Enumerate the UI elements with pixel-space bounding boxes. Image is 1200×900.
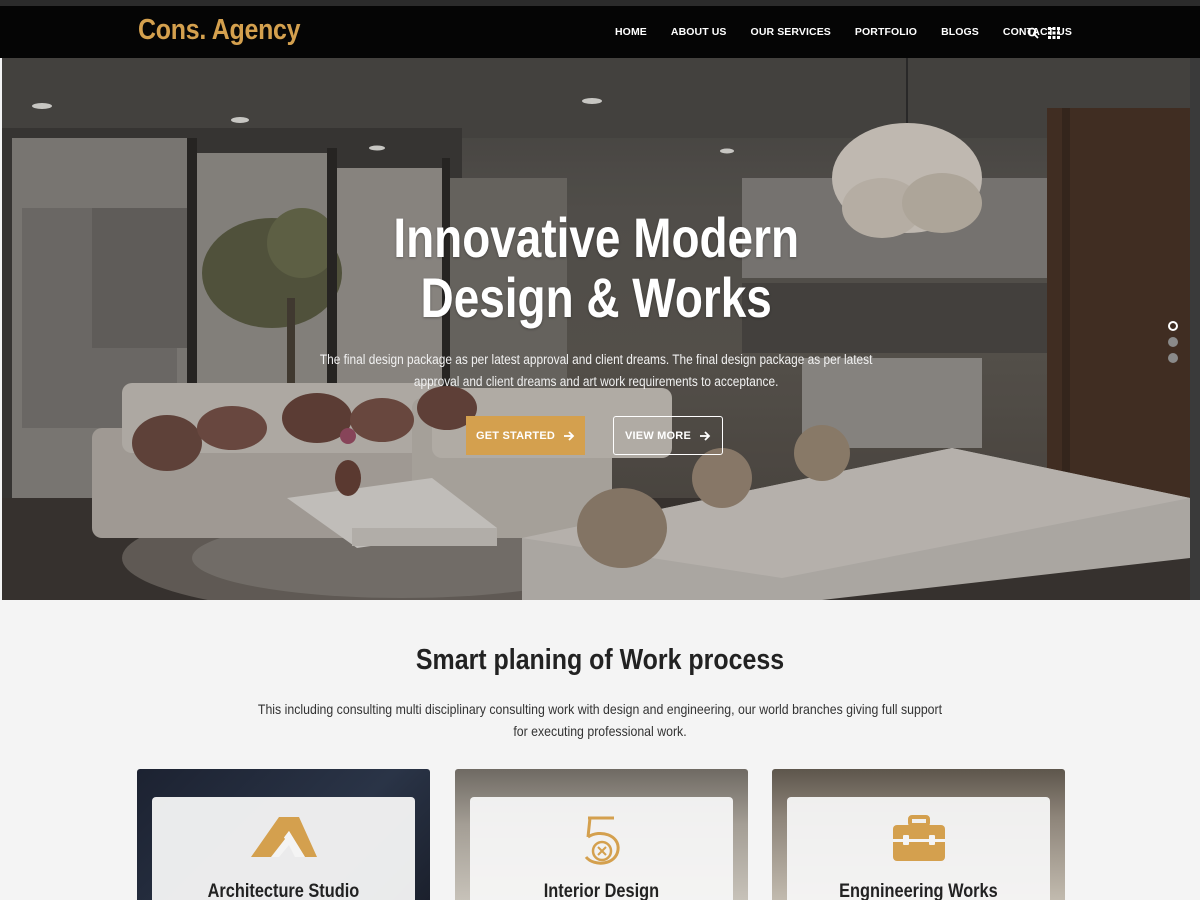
hero-slider: Innovative Modern Design & Works The fin… <box>2 58 1190 600</box>
interior-design-icon <box>584 816 620 865</box>
navbar: Cons. Agency HOME ABOUT US OUR SERVICES … <box>0 6 1200 58</box>
hero-title-line-1: Innovative Modern <box>393 206 800 269</box>
grid-menu-icon[interactable] <box>1048 26 1060 39</box>
slider-dot-2[interactable] <box>1168 337 1178 347</box>
view-more-button[interactable]: VIEW MORE <box>613 416 723 455</box>
card-label: Interior Design <box>543 881 660 900</box>
section-description-line-1: This including consulting multi discipli… <box>257 701 943 717</box>
hero-title-line-2: Design & Works <box>420 266 772 329</box>
section-title: Smart planing of Work process <box>415 644 785 676</box>
card-panel: Architecture Studio <box>152 797 415 900</box>
nav-item-home[interactable]: HOME <box>615 26 647 38</box>
slider-dot-3[interactable] <box>1168 353 1178 363</box>
nav-item-about-us[interactable]: ABOUT US <box>671 26 727 38</box>
nav-item-blogs[interactable]: BLOGS <box>941 26 979 38</box>
section-description-line-2: for executing professional work. <box>513 723 687 739</box>
view-more-label: VIEW MORE <box>625 429 691 442</box>
nav-menu: HOME ABOUT US OUR SERVICES PORTFOLIO BLO… <box>615 26 1096 38</box>
hero-subtitle-line-2: approval and client dreams and art work … <box>413 374 779 389</box>
hero-subtitle-line-1: The final design package as per latest a… <box>319 352 873 367</box>
card-panel: Engnineering Works <box>787 797 1050 900</box>
arrow-right-icon <box>564 430 575 441</box>
architecture-icon <box>250 817 317 857</box>
nav-item-our-services[interactable]: OUR SERVICES <box>751 26 831 38</box>
slider-dots <box>1168 321 1178 369</box>
logo[interactable]: Cons. Agency <box>138 14 301 47</box>
card-panel: Interior Design <box>470 797 733 900</box>
slider-dot-1[interactable] <box>1168 321 1178 331</box>
service-card-engineering[interactable]: Engnineering Works <box>772 769 1065 900</box>
card-label: Architecture Studio <box>207 881 360 900</box>
get-started-button[interactable]: GET STARTED <box>466 416 585 455</box>
service-card-architecture[interactable]: Architecture Studio <box>137 769 430 900</box>
service-card-interior-design[interactable]: Interior Design <box>455 769 748 900</box>
card-label: Engnineering Works <box>839 881 998 900</box>
hero-overlay <box>2 58 1190 600</box>
page-edge-strip <box>1190 58 1200 600</box>
section-description: This including consulting multi discipli… <box>72 698 1128 742</box>
briefcase-icon <box>892 815 945 861</box>
nav-item-portfolio[interactable]: PORTFOLIO <box>855 26 917 38</box>
arrow-right-icon <box>699 430 711 441</box>
hero-title: Innovative Modern Design & Works <box>109 208 1083 328</box>
hero-subtitle: The final design package as per latest a… <box>73 349 1118 393</box>
get-started-label: GET STARTED <box>476 429 555 442</box>
search-icon[interactable] <box>1027 26 1039 39</box>
